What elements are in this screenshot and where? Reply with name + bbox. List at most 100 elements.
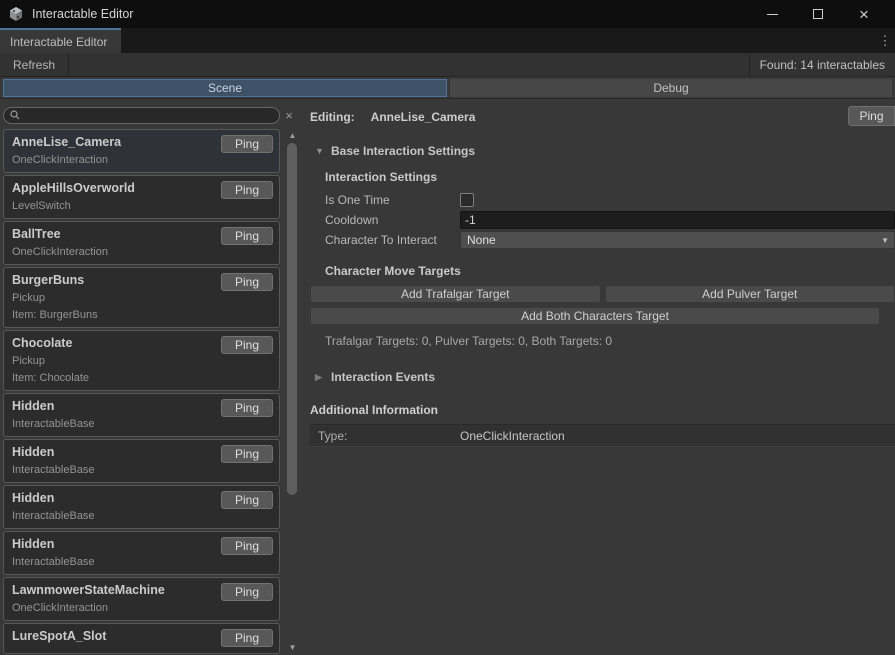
- character-to-interact-row: Character To Interact None ▼: [325, 230, 895, 250]
- item-subtitle: OneClickInteraction: [12, 154, 271, 167]
- item-subtitle: Pickup: [12, 355, 271, 368]
- item-detail: Item: BurgerBuns: [12, 309, 271, 322]
- ping-button[interactable]: Ping: [221, 399, 273, 417]
- doc-tab-label: Interactable Editor: [10, 35, 107, 49]
- add-both-characters-target-button[interactable]: Add Both Characters Target: [310, 307, 880, 325]
- is-one-time-row: Is One Time: [325, 190, 895, 210]
- ping-button[interactable]: Ping: [221, 445, 273, 463]
- scrollbar-thumb[interactable]: [287, 143, 297, 495]
- list-item[interactable]: AppleHillsOverworld LevelSwitch Ping: [3, 175, 280, 219]
- list-item[interactable]: LureSpotA_Slot Ping: [3, 623, 280, 654]
- maximize-button[interactable]: [795, 0, 841, 28]
- cooldown-label: Cooldown: [325, 213, 460, 227]
- search-input[interactable]: [24, 108, 273, 122]
- cooldown-row: Cooldown: [325, 210, 895, 230]
- view-tabs: Scene Debug: [0, 77, 895, 99]
- is-one-time-checkbox[interactable]: [460, 193, 474, 207]
- interaction-settings-group: Interaction Settings Is One Time Cooldow…: [325, 170, 895, 250]
- list-item[interactable]: LawnmowerStateMachine OneClickInteractio…: [3, 577, 280, 621]
- scroll-up-icon[interactable]: ▲: [289, 129, 297, 143]
- item-subtitle: InteractableBase: [12, 556, 271, 569]
- list-scrollbar[interactable]: ▲ ▼: [285, 129, 300, 655]
- ping-button[interactable]: Ping: [221, 629, 273, 647]
- editing-row: Editing: AnneLise_Camera: [310, 107, 895, 127]
- foldout-label: Interaction Events: [331, 370, 435, 384]
- item-subtitle: LevelSwitch: [12, 200, 271, 213]
- window-cube-icon: [8, 6, 24, 22]
- window-title: Interactable Editor: [32, 7, 133, 21]
- found-count-label: Found: 14 interactables: [750, 58, 895, 72]
- item-subtitle: Pickup: [12, 292, 271, 305]
- ping-button[interactable]: Ping: [221, 181, 273, 199]
- item-subtitle: InteractableBase: [12, 418, 271, 431]
- type-value: OneClickInteraction: [460, 429, 565, 443]
- search-icon: [10, 110, 20, 120]
- list-item[interactable]: Hidden InteractableBase Ping: [3, 485, 280, 529]
- refresh-button[interactable]: Refresh: [0, 53, 69, 76]
- add-trafalgar-target-button[interactable]: Add Trafalgar Target: [310, 285, 601, 303]
- editing-label: Editing:: [310, 110, 355, 124]
- character-move-targets-header: Character Move Targets: [325, 264, 895, 278]
- dropdown-value: None: [467, 233, 496, 247]
- ping-button[interactable]: Ping: [221, 227, 273, 245]
- is-one-time-label: Is One Time: [325, 193, 460, 207]
- tab-debug[interactable]: Debug: [450, 79, 892, 97]
- minimize-button[interactable]: [749, 0, 795, 28]
- interactable-list: AnneLise_Camera OneClickInteraction Ping…: [3, 129, 302, 655]
- search-row: ×: [3, 105, 302, 125]
- item-subtitle: InteractableBase: [12, 510, 271, 523]
- content: × AnneLise_Camera OneClickInteraction Pi…: [0, 99, 895, 655]
- ping-button[interactable]: Ping: [221, 336, 273, 354]
- interactable-editor-window: Interactable Editor × Interactable Edito…: [0, 0, 895, 655]
- foldout-label: Base Interaction Settings: [331, 144, 475, 158]
- cooldown-field[interactable]: [460, 211, 895, 229]
- character-move-targets-group: Character Move Targets Add Trafalgar Tar…: [325, 264, 895, 348]
- ping-button[interactable]: Ping: [221, 537, 273, 555]
- type-row: Type: OneClickInteraction: [310, 424, 895, 447]
- doc-tab-interactable-editor[interactable]: Interactable Editor: [0, 28, 121, 53]
- item-subtitle: OneClickInteraction: [12, 602, 271, 615]
- close-button[interactable]: ×: [841, 0, 887, 28]
- scrollbar-track[interactable]: [285, 143, 300, 641]
- item-subtitle: OneClickInteraction: [12, 246, 271, 259]
- ping-button[interactable]: Ping: [221, 135, 273, 153]
- kebab-menu-icon[interactable]: ⋮: [875, 28, 895, 53]
- ping-button[interactable]: Ping: [221, 273, 273, 291]
- list-item[interactable]: Hidden InteractableBase Ping: [3, 393, 280, 437]
- character-to-interact-label: Character To Interact: [325, 233, 460, 247]
- list-item[interactable]: BallTree OneClickInteraction Ping: [3, 221, 280, 265]
- editor-panel: Editing: AnneLise_Camera Ping ▼ Base Int…: [302, 99, 895, 655]
- type-label: Type:: [318, 429, 460, 443]
- list-item[interactable]: Hidden InteractableBase Ping: [3, 531, 280, 575]
- item-detail: Item: Chocolate: [12, 372, 271, 385]
- move-target-buttons-row: Add Trafalgar Target Add Pulver Target: [310, 285, 895, 303]
- interaction-settings-header: Interaction Settings: [325, 170, 895, 184]
- add-pulver-target-button[interactable]: Add Pulver Target: [605, 285, 895, 303]
- editing-target-name: AnneLise_Camera: [371, 110, 476, 124]
- dropdown-arrow-icon: ▼: [881, 236, 889, 245]
- toolbar: Refresh Found: 14 interactables: [0, 53, 895, 77]
- list-item[interactable]: AnneLise_Camera OneClickInteraction Ping: [3, 129, 280, 173]
- list-item[interactable]: BurgerBuns Pickup Item: BurgerBuns Ping: [3, 267, 280, 328]
- search-box[interactable]: [3, 107, 280, 124]
- list-item[interactable]: Hidden InteractableBase Ping: [3, 439, 280, 483]
- additional-information-header: Additional Information: [310, 403, 895, 417]
- search-clear-icon[interactable]: ×: [280, 108, 298, 123]
- foldout-interaction-events[interactable]: ▶ Interaction Events: [315, 370, 895, 384]
- targets-summary: Trafalgar Targets: 0, Pulver Targets: 0,…: [325, 334, 895, 348]
- ping-selected-button[interactable]: Ping: [848, 106, 895, 126]
- ping-button[interactable]: Ping: [221, 491, 273, 509]
- foldout-open-icon: ▼: [315, 146, 324, 156]
- foldout-base-interaction-settings[interactable]: ▼ Base Interaction Settings: [315, 144, 895, 158]
- window-controls: ×: [749, 0, 887, 28]
- tab-scene[interactable]: Scene: [3, 79, 447, 97]
- ping-button[interactable]: Ping: [221, 583, 273, 601]
- foldout-closed-icon: ▶: [315, 372, 324, 383]
- scroll-down-icon[interactable]: ▼: [289, 641, 297, 655]
- item-subtitle: InteractableBase: [12, 464, 271, 477]
- titlebar: Interactable Editor ×: [0, 0, 895, 28]
- character-to-interact-dropdown[interactable]: None ▼: [460, 231, 895, 249]
- list-item[interactable]: Chocolate Pickup Item: Chocolate Ping: [3, 330, 280, 391]
- doc-tabstrip: Interactable Editor ⋮: [0, 28, 895, 53]
- interactable-list-panel: × AnneLise_Camera OneClickInteraction Pi…: [0, 99, 302, 655]
